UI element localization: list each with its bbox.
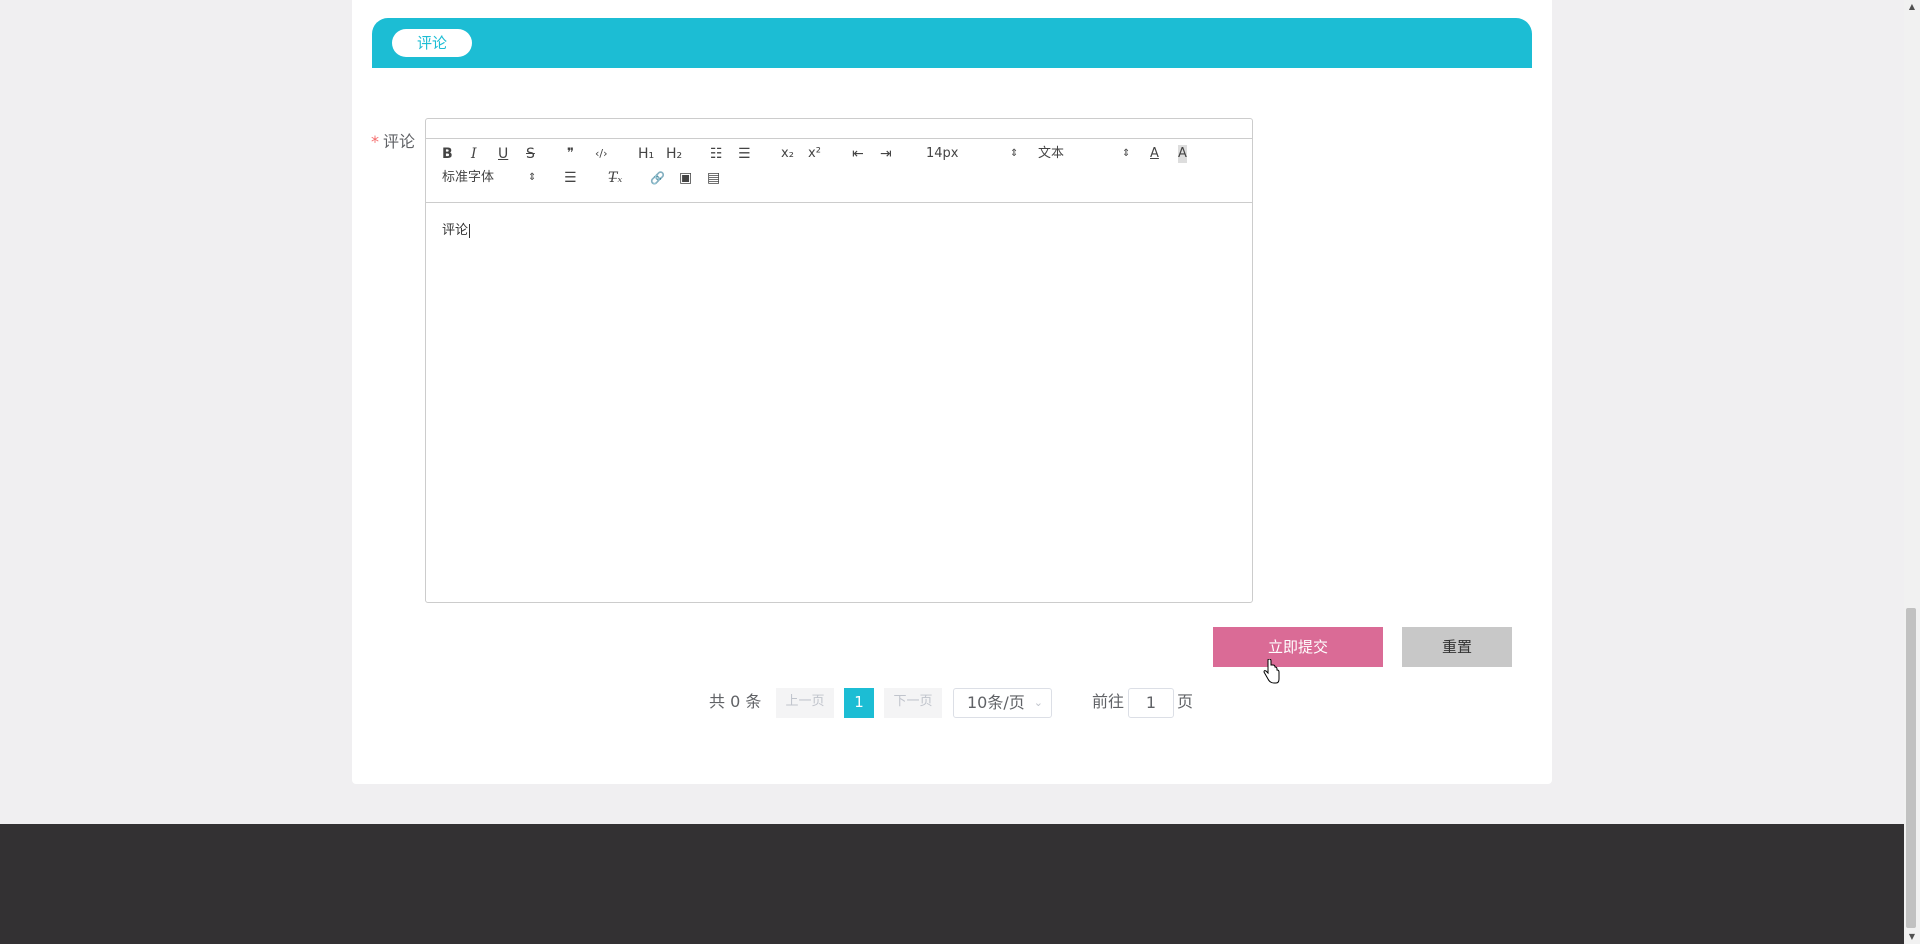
- link-icon[interactable]: 🔗: [650, 169, 665, 187]
- background-color-icon[interactable]: A: [1178, 145, 1187, 163]
- page-number-current[interactable]: 1: [844, 688, 874, 718]
- comment-field-label: * 评论: [371, 128, 415, 152]
- editor-toolbar: B I U S ❞ ‹/› H₁ H₂ ☷ ☰ x₂ x² ⇤ ⇥ 14px ⇕…: [426, 139, 1252, 203]
- size-select[interactable]: 14px ⇕: [926, 145, 1019, 163]
- header-select-arrow-icon: ⇕: [1122, 148, 1131, 159]
- strike-button[interactable]: S: [526, 145, 535, 163]
- bold-button[interactable]: B: [442, 145, 453, 163]
- header-select[interactable]: 文本 ⇕: [1038, 145, 1131, 163]
- hand-cursor-icon: [1263, 659, 1280, 684]
- comment-label-text: 评论: [383, 132, 416, 151]
- ordered-list-icon[interactable]: ☷: [710, 145, 723, 163]
- font-select-arrow-icon: ⇕: [528, 172, 537, 183]
- scroll-down-arrow-icon[interactable]: ▼: [1904, 930, 1920, 944]
- chevron-down-icon: ⌄: [1033, 696, 1043, 709]
- superscript-button[interactable]: x²: [808, 145, 821, 163]
- required-mark: *: [371, 132, 379, 151]
- goto-label: 前往: [1092, 692, 1125, 711]
- text-caret: [469, 223, 471, 238]
- outdent-icon[interactable]: ⇤: [852, 145, 864, 163]
- bullet-list-icon[interactable]: ☰: [738, 145, 751, 163]
- rich-text-editor: B I U S ❞ ‹/› H₁ H₂ ☷ ☰ x₂ x² ⇤ ⇥ 14px ⇕…: [425, 118, 1253, 603]
- header-select-value: 文本: [1038, 146, 1065, 161]
- size-select-value: 14px: [926, 146, 959, 161]
- font-color-icon[interactable]: A: [1150, 145, 1159, 163]
- section-header: [372, 18, 1532, 68]
- align-icon[interactable]: ☰: [564, 169, 577, 187]
- goto-unit-label: 页: [1177, 692, 1194, 711]
- font-select[interactable]: 标准字体 ⇕: [442, 169, 542, 187]
- video-icon[interactable]: ▤: [707, 169, 720, 187]
- clear-format-icon[interactable]: T̶ₓ: [608, 169, 622, 187]
- editor-text: 评论: [442, 223, 469, 238]
- scroll-up-arrow-icon[interactable]: ▲: [1904, 0, 1920, 14]
- indent-icon[interactable]: ⇥: [880, 145, 892, 163]
- size-select-arrow-icon: ⇕: [1010, 148, 1019, 159]
- h1-button[interactable]: H₁: [638, 145, 654, 163]
- underline-button[interactable]: U: [498, 145, 508, 163]
- font-select-value: 标准字体: [442, 170, 495, 185]
- tab-comments[interactable]: 评论: [392, 29, 472, 57]
- submit-button[interactable]: 立即提交: [1213, 627, 1383, 667]
- page-size-select[interactable]: 10条/页 ⌄: [953, 688, 1052, 718]
- page-size-value: 10条/页: [967, 693, 1025, 712]
- subscript-button[interactable]: x₂: [781, 145, 794, 163]
- scrollbar-thumb[interactable]: [1906, 608, 1916, 928]
- editor-content[interactable]: 评论: [442, 219, 471, 238]
- next-page-button[interactable]: 下一页: [884, 688, 942, 718]
- code-icon[interactable]: ‹/›: [595, 145, 608, 163]
- prev-page-button[interactable]: 上一页: [776, 688, 834, 718]
- blockquote-icon[interactable]: ❞: [567, 145, 574, 163]
- h2-button[interactable]: H₂: [666, 145, 682, 163]
- italic-button[interactable]: I: [471, 145, 477, 163]
- page-footer: [0, 824, 1904, 944]
- goto-page-input[interactable]: 1: [1128, 688, 1174, 718]
- reset-button[interactable]: 重置: [1402, 627, 1512, 667]
- image-icon[interactable]: ▣: [679, 169, 692, 187]
- pagination-total: 共 0 条: [709, 692, 762, 711]
